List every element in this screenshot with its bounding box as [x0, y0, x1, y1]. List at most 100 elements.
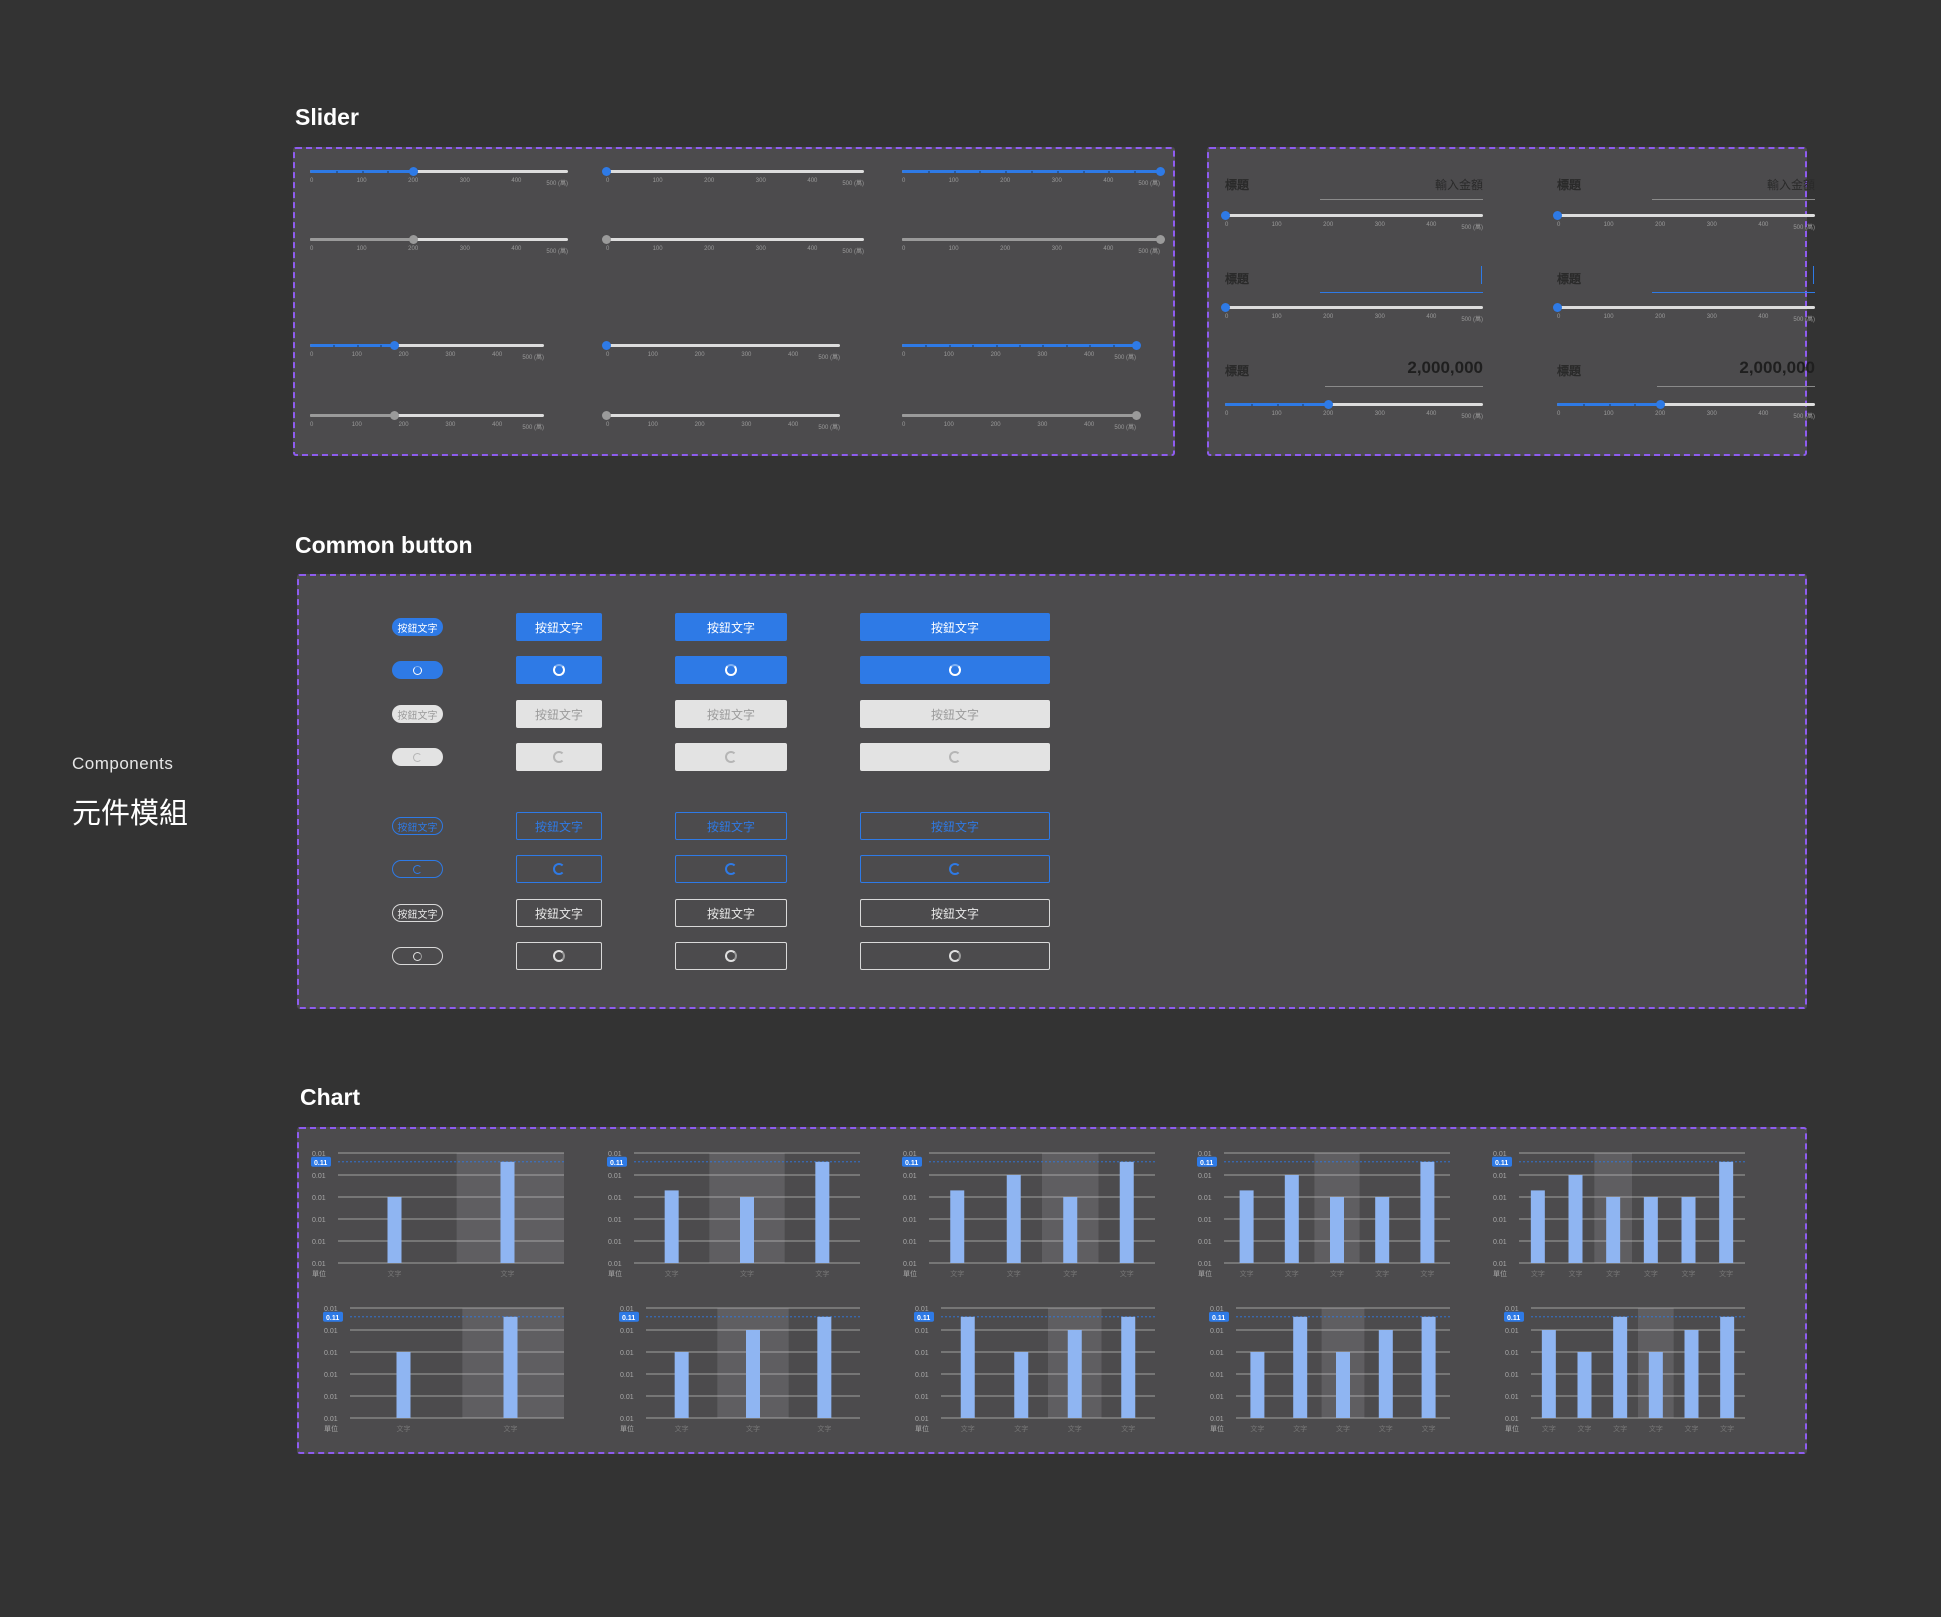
- loading-button[interactable]: [860, 656, 1050, 684]
- slider-thumb[interactable]: [390, 341, 400, 350]
- slider-track[interactable]: [606, 414, 840, 417]
- loading-button[interactable]: [675, 743, 787, 771]
- x-tick-label: 文字: [1068, 1424, 1082, 1433]
- slider-thumb[interactable]: [1221, 211, 1230, 220]
- button-label: 按鈕文字: [706, 707, 755, 722]
- slider-thumb[interactable]: [1132, 341, 1141, 350]
- slider[interactable]: 0 100 200 300 400 500 (萬): [602, 406, 840, 432]
- slider-thumb[interactable]: [1324, 400, 1334, 409]
- slider-track[interactable]: [606, 344, 840, 347]
- loading-button[interactable]: [392, 748, 443, 766]
- bar: [746, 1330, 760, 1418]
- slider[interactable]: 0 100 200 300 400 500 (萬): [310, 162, 568, 188]
- loading-button[interactable]: [675, 855, 787, 883]
- loading-button[interactable]: [860, 855, 1050, 883]
- loading-button[interactable]: [392, 661, 443, 679]
- text-button[interactable]: 按鈕文字: [392, 705, 443, 723]
- slider-thumb[interactable]: [409, 235, 419, 244]
- slider-tick-label: 500 (萬): [818, 425, 840, 431]
- slider-thumb[interactable]: [602, 235, 611, 244]
- bar: [1643, 1197, 1658, 1263]
- highlight-value-label: 0.11: [1495, 1160, 1508, 1167]
- slider-tick-label: 500 (萬): [842, 249, 864, 255]
- x-tick-label: 文字: [1014, 1424, 1028, 1433]
- y-tick-label: 0.01: [915, 1350, 929, 1357]
- slider-tick-label: 200: [398, 352, 409, 358]
- unit-label: 單位: [324, 1424, 338, 1433]
- slider-thumb[interactable]: [1656, 400, 1666, 409]
- text-button[interactable]: 按鈕文字: [516, 700, 602, 728]
- slider-step-dot: [380, 344, 383, 347]
- amount-input-placeholder[interactable]: 輸入金額: [1652, 176, 1815, 193]
- text-button[interactable]: 按鈕文字: [516, 899, 602, 927]
- slider[interactable]: 0 100 200 300 400 500 (萬): [602, 336, 840, 362]
- slider-thumb[interactable]: [1156, 167, 1165, 176]
- text-button[interactable]: 按鈕文字: [675, 812, 787, 840]
- slider-thumb[interactable]: [390, 411, 400, 420]
- slider-thumb[interactable]: [602, 411, 611, 420]
- text-button[interactable]: 按鈕文字: [675, 700, 787, 728]
- slider[interactable]: 0 100 200 300 400 500 (萬): [602, 230, 864, 256]
- slider-thumb[interactable]: [602, 341, 611, 350]
- text-button[interactable]: 按鈕文字: [516, 812, 602, 840]
- slider[interactable]: 0 100 200 300 400 500 (萬): [902, 406, 1141, 432]
- slider[interactable]: 0 100 200 300 400 500 (萬): [1557, 395, 1815, 421]
- slider[interactable]: 0 100 200 300 400 500 (萬): [902, 162, 1165, 188]
- text-button[interactable]: 按鈕文字: [860, 613, 1050, 641]
- slider-track[interactable]: [606, 170, 864, 173]
- amount-input-underline[interactable]: [1320, 292, 1483, 293]
- text-button[interactable]: 按鈕文字: [675, 899, 787, 927]
- amount-input-underline[interactable]: [1652, 292, 1815, 293]
- text-button[interactable]: 按鈕文字: [860, 812, 1050, 840]
- text-button[interactable]: 按鈕文字: [860, 700, 1050, 728]
- loading-button[interactable]: [392, 947, 443, 965]
- slider[interactable]: 0 100 200 300 400 500 (萬): [310, 406, 544, 432]
- text-button[interactable]: 按鈕文字: [675, 613, 787, 641]
- amount-input-placeholder[interactable]: 輸入金額: [1320, 176, 1483, 193]
- loading-button[interactable]: [392, 860, 443, 878]
- text-button[interactable]: 按鈕文字: [392, 817, 443, 835]
- slider-thumb[interactable]: [1156, 235, 1165, 244]
- loading-button[interactable]: [675, 942, 787, 970]
- slider-track[interactable]: [1225, 306, 1483, 309]
- slider[interactable]: 0 100 200 300 400 500 (萬): [1221, 298, 1483, 324]
- x-tick-label: 文字: [817, 1424, 831, 1433]
- amount-input-value[interactable]: 2,000,000: [1652, 358, 1815, 378]
- slider-thumb[interactable]: [1553, 211, 1562, 220]
- slider-thumb[interactable]: [602, 167, 611, 176]
- bar: [1330, 1197, 1344, 1263]
- slider[interactable]: 0 100 200 300 400 500 (萬): [310, 230, 568, 256]
- slider-thumb[interactable]: [1221, 303, 1230, 312]
- text-button[interactable]: 按鈕文字: [860, 899, 1050, 927]
- loading-button[interactable]: [516, 855, 602, 883]
- slider[interactable]: 0 100 200 300 400 500 (萬): [902, 230, 1165, 256]
- slider-track[interactable]: [1225, 214, 1483, 217]
- y-tick-label: 0.01: [903, 1195, 917, 1202]
- slider[interactable]: 0 100 200 300 400 500 (萬): [1553, 206, 1815, 232]
- loading-button[interactable]: [860, 942, 1050, 970]
- loading-button[interactable]: [516, 656, 602, 684]
- slider[interactable]: 0 100 200 300 400 500 (萬): [902, 336, 1141, 362]
- loading-button[interactable]: [516, 942, 602, 970]
- slider[interactable]: 0 100 200 300 400 500 (萬): [602, 162, 864, 188]
- slider-thumb[interactable]: [1132, 411, 1141, 420]
- slider[interactable]: 0 100 200 300 400 500 (萬): [1553, 298, 1815, 324]
- loading-button[interactable]: [860, 743, 1050, 771]
- slider-track[interactable]: [1557, 214, 1815, 217]
- slider-thumb[interactable]: [1553, 303, 1562, 312]
- slider-thumb[interactable]: [409, 167, 419, 176]
- bar: [1375, 1197, 1390, 1263]
- bar: [950, 1190, 965, 1263]
- slider-track[interactable]: [606, 238, 864, 241]
- slider[interactable]: 0 100 200 300 400 500 (萬): [1225, 395, 1483, 421]
- slider[interactable]: 0 100 200 300 400 500 (萬): [1221, 206, 1483, 232]
- text-button[interactable]: 按鈕文字: [392, 618, 443, 636]
- slider-track[interactable]: [1557, 306, 1815, 309]
- loading-button[interactable]: [516, 743, 602, 771]
- loading-button[interactable]: [675, 656, 787, 684]
- amount-input-value[interactable]: 2,000,000: [1320, 358, 1483, 378]
- text-button[interactable]: 按鈕文字: [392, 904, 443, 922]
- slider[interactable]: 0 100 200 300 400 500 (萬): [310, 336, 544, 362]
- slider-tick-label: 300: [1374, 411, 1385, 417]
- text-button[interactable]: 按鈕文字: [516, 613, 602, 641]
